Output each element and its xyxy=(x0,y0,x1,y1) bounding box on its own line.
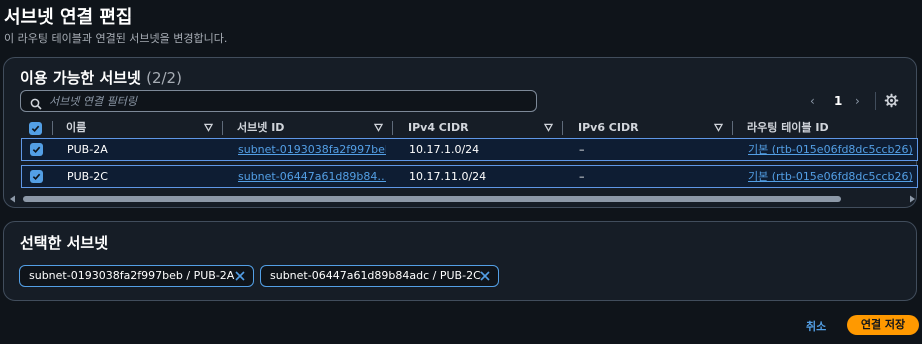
cell-ipv6-cidr: – xyxy=(579,170,585,183)
column-header-name[interactable]: 이름 xyxy=(66,118,86,138)
column-header-ipv4-cidr[interactable]: IPv4 CIDR xyxy=(408,118,469,138)
cell-subnet-id-link[interactable]: subnet-0193038fa2f997beb xyxy=(238,139,386,160)
column-header-subnet-id[interactable]: 서브넷 ID xyxy=(237,118,284,138)
subnet-filter xyxy=(20,90,537,112)
table-header: 이름 서브넷 ID IPv4 CIDR IPv6 CIDR 라우팅 테이블 ID xyxy=(20,118,918,138)
column-divider xyxy=(392,121,393,135)
cancel-button[interactable]: 취소 xyxy=(806,318,826,334)
subnet-filter-input[interactable] xyxy=(49,93,529,109)
selected-subnet-token: subnet-0193038fa2f997beb / PUB-2A xyxy=(19,265,254,287)
check-icon xyxy=(32,173,41,181)
pager-divider xyxy=(875,92,876,110)
cell-ipv6-cidr: – xyxy=(579,143,585,156)
remove-token-close-icon[interactable] xyxy=(235,271,245,281)
current-page-number[interactable]: 1 xyxy=(834,94,842,108)
available-subnets-panel: 이용 가능한 서브넷 (2/2) ‹ 1 › 이름 서 xyxy=(3,57,918,208)
column-divider xyxy=(222,121,223,135)
column-divider xyxy=(562,121,563,135)
cell-name: PUB-2A xyxy=(67,143,108,156)
available-subnets-heading: 이용 가능한 서브넷 (2/2) xyxy=(20,67,182,88)
save-associations-button[interactable]: 연결 저장 xyxy=(847,315,919,335)
column-divider xyxy=(52,121,53,135)
cell-ipv4-cidr: 10.17.11.0/24 xyxy=(409,170,487,183)
selected-subnets-title: 선택한 서브넷 xyxy=(20,234,109,252)
scroll-right-arrow-icon[interactable] xyxy=(908,195,916,203)
sort-icon[interactable] xyxy=(374,123,383,132)
column-divider xyxy=(732,121,733,135)
selection-count: (2/2) xyxy=(146,69,182,87)
available-subnets-title: 이용 가능한 서브넷 xyxy=(20,69,141,87)
sort-icon[interactable] xyxy=(544,123,553,132)
scroll-left-arrow-icon[interactable] xyxy=(9,195,17,203)
selected-subnet-token: subnet-06447a61d89b84adc / PUB-2C xyxy=(260,265,499,287)
cell-ipv4-cidr: 10.17.1.0/24 xyxy=(409,143,480,156)
table-row[interactable]: PUB-2A subnet-0193038fa2f997beb 10.17.1.… xyxy=(21,138,918,161)
check-icon xyxy=(31,125,40,133)
cell-name: PUB-2C xyxy=(67,170,108,183)
page-title: 서브넷 연결 편집 xyxy=(4,7,133,28)
column-header-ipv6-cidr[interactable]: IPv6 CIDR xyxy=(578,118,639,138)
cell-route-table-link[interactable]: 기본 (rtb-015e06fd8dc5ccb26) xyxy=(748,166,916,187)
previous-page-button[interactable]: ‹ xyxy=(810,94,815,108)
horizontal-scrollbar[interactable] xyxy=(9,195,916,203)
cell-subnet-id-link[interactable]: subnet-06447a61d89b84… xyxy=(238,166,386,187)
page-description: 이 라우팅 테이블과 연결된 서브넷을 변경합니다. xyxy=(4,32,228,45)
row-checkbox[interactable] xyxy=(30,170,43,183)
cell-route-table-link[interactable]: 기본 (rtb-015e06fd8dc5ccb26) xyxy=(748,139,916,160)
next-page-button[interactable]: › xyxy=(855,94,860,108)
gear-icon[interactable] xyxy=(884,93,899,112)
sort-icon[interactable] xyxy=(204,123,213,132)
row-checkbox[interactable] xyxy=(30,143,43,156)
check-icon xyxy=(32,146,41,154)
remove-token-close-icon[interactable] xyxy=(480,271,490,281)
select-all-checkbox[interactable] xyxy=(29,122,42,135)
scrollbar-thumb[interactable] xyxy=(23,196,841,202)
selected-subnets-panel: 선택한 서브넷 subnet-0193038fa2f997beb / PUB-2… xyxy=(3,221,917,301)
table-row[interactable]: PUB-2C subnet-06447a61d89b84… 10.17.11.0… xyxy=(21,165,918,188)
search-icon xyxy=(30,95,42,114)
token-label: subnet-0193038fa2f997beb / PUB-2A xyxy=(29,269,235,282)
token-label: subnet-06447a61d89b84adc / PUB-2C xyxy=(270,269,481,282)
sort-icon[interactable] xyxy=(714,123,723,132)
column-header-route-table-id[interactable]: 라우팅 테이블 ID xyxy=(747,118,829,138)
